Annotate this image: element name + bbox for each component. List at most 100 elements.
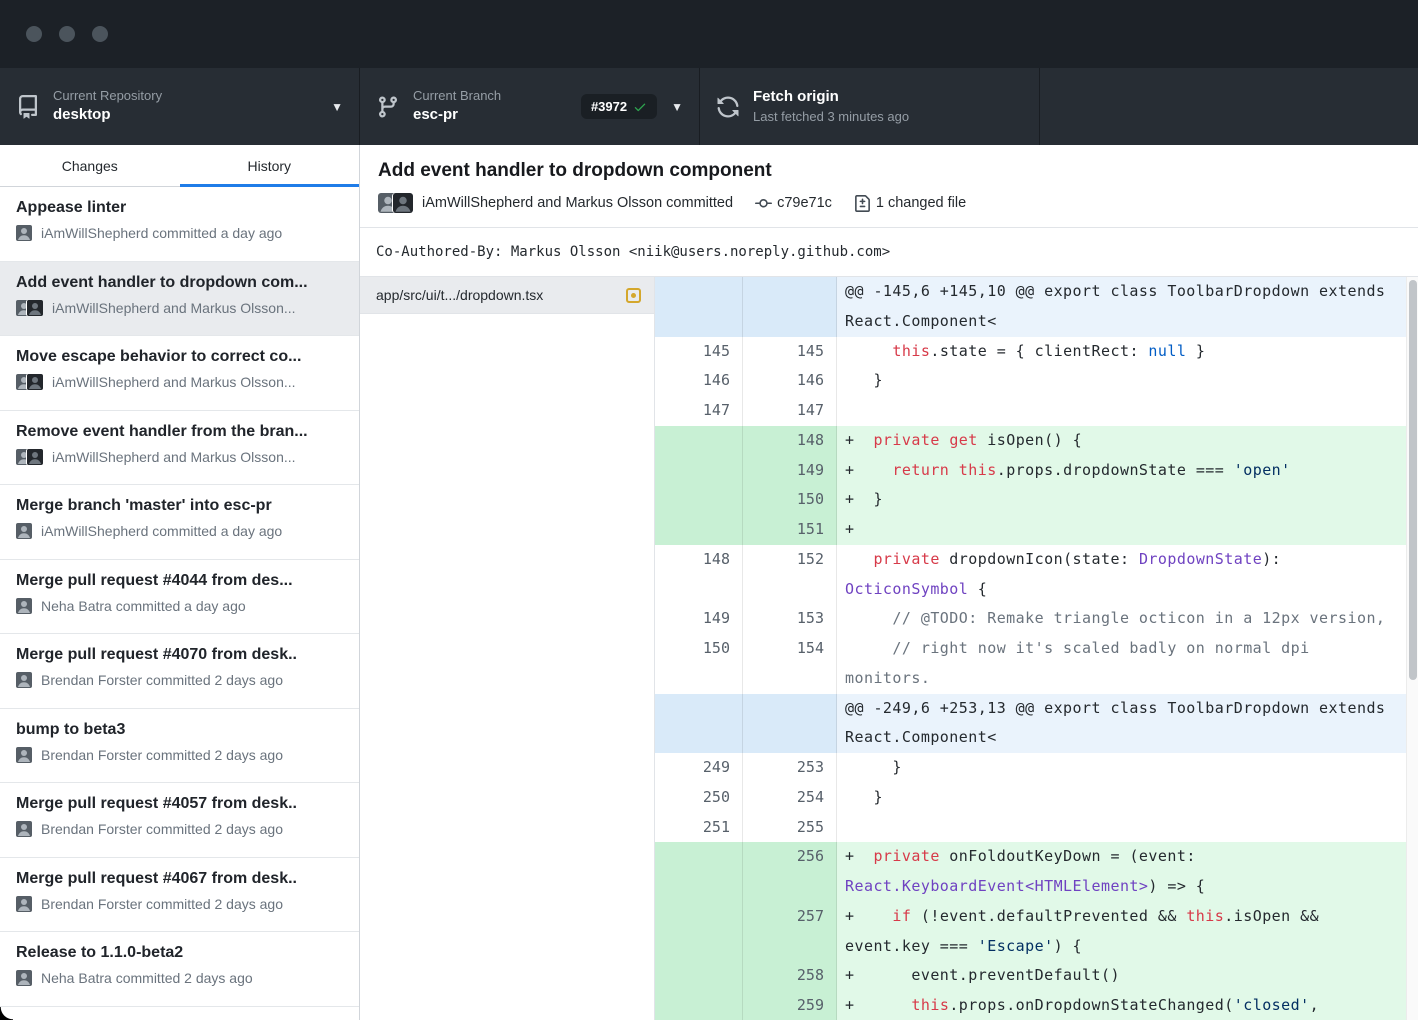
diff-code-text: + this.props.onDropdownStateChanged('clo…	[837, 991, 1418, 1020]
avatar	[27, 449, 43, 465]
diff-code-text: @@ -145,6 +145,10 @@ export class Toolba…	[837, 277, 1418, 337]
new-line-number: 149	[743, 456, 837, 486]
commit-item-meta: Brendan Forster committed 2 days ago	[16, 672, 343, 688]
diff-code-text: // right now it's scaled badly on normal…	[837, 634, 1418, 694]
window-zoom-button[interactable]	[92, 26, 108, 42]
diff-line: 147147	[655, 396, 1418, 426]
commit-item-byline: iAmWillShepherd committed a day ago	[41, 523, 282, 539]
diff-code-text: @@ -249,6 +253,13 @@ export class Toolba…	[837, 694, 1418, 754]
commit-list-item[interactable]: Move escape behavior to correct co...iAm…	[0, 336, 359, 411]
current-branch-label: Current Branch	[413, 88, 581, 104]
commit-item-title: Remove event handler from the bran...	[16, 423, 343, 441]
fetch-origin-button[interactable]: Fetch origin Last fetched 3 minutes ago	[700, 68, 1040, 145]
diff-code-text: + if (!event.defaultPrevented && this.is…	[837, 902, 1418, 962]
diff-code-text: +	[837, 515, 1418, 545]
git-commit-icon	[755, 195, 772, 212]
old-line-number	[655, 426, 743, 456]
avatar	[16, 225, 32, 241]
new-line-number: 145	[743, 337, 837, 367]
commit-list-item[interactable]: Merge pull request #4057 from desk..Bren…	[0, 783, 359, 858]
diff-scrollbar-track[interactable]	[1406, 277, 1418, 1020]
commit-list-item[interactable]: Merge pull request #4051 from des...	[0, 1007, 359, 1019]
commit-item-meta: Neha Batra committed 2 days ago	[16, 970, 343, 986]
commit-list-item[interactable]: bump to beta3Brendan Forster committed 2…	[0, 709, 359, 784]
avatar	[16, 821, 32, 837]
new-line-number: 147	[743, 396, 837, 426]
commit-item-meta: iAmWillShepherd and Markus Olsson...	[16, 300, 343, 316]
tab-history[interactable]: History	[180, 145, 360, 186]
commit-list-item[interactable]: Merge pull request #4044 from des...Neha…	[0, 560, 359, 635]
old-line-number	[655, 456, 743, 486]
old-line-number	[655, 485, 743, 515]
commit-authors: iAmWillShepherd and Markus Olsson commit…	[422, 195, 733, 211]
old-line-number: 251	[655, 813, 743, 843]
avatar-stack	[16, 449, 43, 465]
old-line-number	[655, 694, 743, 754]
new-line-number: 253	[743, 753, 837, 783]
current-branch-value: esc-pr	[413, 106, 581, 125]
window-titlebar	[0, 0, 1418, 68]
diff-code-text: + }	[837, 485, 1418, 515]
commit-list-item[interactable]: Merge pull request #4070 from desk..Bren…	[0, 634, 359, 709]
diff-hunk-header: @@ -145,6 +145,10 @@ export class Toolba…	[655, 277, 1418, 337]
diff-code-text: }	[837, 366, 1418, 396]
diff-code-text: + private get isOpen() {	[837, 426, 1418, 456]
commit-detail-pane: Add event handler to dropdown component …	[360, 145, 1418, 1020]
old-line-number: 147	[655, 396, 743, 426]
diff-code-text: + return this.props.dropdownState === 'o…	[837, 456, 1418, 486]
old-line-number: 150	[655, 634, 743, 694]
commit-list-item[interactable]: Release to 1.1.0-beta2Neha Batra committ…	[0, 932, 359, 1007]
current-repository-button[interactable]: Current Repository desktop ▼	[0, 68, 360, 145]
old-line-number	[655, 991, 743, 1020]
pr-number-badge[interactable]: #3972	[581, 94, 657, 119]
avatar-stack	[16, 672, 32, 688]
history-sidebar: Changes History Appease linteriAmWillShe…	[0, 145, 360, 1020]
avatar	[16, 896, 32, 912]
commit-item-byline: iAmWillShepherd and Markus Olsson...	[52, 300, 296, 316]
diff-code-text: // @TODO: Remake triangle octicon in a 1…	[837, 604, 1418, 634]
diff-line: 150154 // right now it's scaled badly on…	[655, 634, 1418, 694]
diff-line: 150+ }	[655, 485, 1418, 515]
avatar-stack	[16, 523, 32, 539]
window-minimize-button[interactable]	[59, 26, 75, 42]
avatar-stack	[16, 970, 32, 986]
old-line-number	[655, 277, 743, 337]
diff-line: 257+ if (!event.defaultPrevented && this…	[655, 902, 1418, 962]
current-branch-button[interactable]: Current Branch esc-pr #3972 ▼	[360, 68, 700, 145]
commit-list-item[interactable]: Appease linteriAmWillShepherd committed …	[0, 187, 359, 262]
diff-code-text: }	[837, 753, 1418, 783]
current-repository-value: desktop	[53, 106, 321, 125]
new-line-number: 257	[743, 902, 837, 962]
diff-line: 259+ this.props.onDropdownStateChanged('…	[655, 991, 1418, 1020]
diff-line: 149153 // @TODO: Remake triangle octicon…	[655, 604, 1418, 634]
diff-line: 151+	[655, 515, 1418, 545]
file-diff-icon	[854, 195, 871, 212]
changed-file-row[interactable]: app/src/ui/t.../dropdown.tsx	[360, 277, 654, 314]
commit-item-byline: Brendan Forster committed 2 days ago	[41, 747, 283, 763]
old-line-number: 249	[655, 753, 743, 783]
tab-changes[interactable]: Changes	[0, 145, 180, 186]
new-line-number: 154	[743, 634, 837, 694]
diff-line: 148+ private get isOpen() {	[655, 426, 1418, 456]
diff-line: 148152 private dropdownIcon(state: Dropd…	[655, 545, 1418, 605]
commit-list-item[interactable]: Merge pull request #4067 from desk..Bren…	[0, 858, 359, 933]
window-close-button[interactable]	[26, 26, 42, 42]
diff-line: 258+ event.preventDefault()	[655, 961, 1418, 991]
commit-list-item[interactable]: Remove event handler from the bran...iAm…	[0, 411, 359, 486]
fetch-origin-label: Fetch origin	[753, 88, 1023, 107]
commit-item-byline: Brendan Forster committed 2 days ago	[41, 896, 283, 912]
diff-scrollbar-thumb[interactable]	[1409, 280, 1417, 680]
commit-item-title: Merge branch 'master' into esc-pr	[16, 497, 343, 515]
toolbar-spacer	[1040, 68, 1418, 145]
new-line-number: 259	[743, 991, 837, 1020]
commit-item-title: Appease linter	[16, 199, 343, 217]
old-line-number	[655, 961, 743, 991]
avatar-stack	[16, 598, 32, 614]
commit-list-item[interactable]: Add event handler to dropdown com...iAmW…	[0, 262, 359, 337]
commit-item-byline: Brendan Forster committed 2 days ago	[41, 672, 283, 688]
avatar	[16, 598, 32, 614]
commit-list-item[interactable]: Merge branch 'master' into esc-pr iAmWill…	[0, 485, 359, 560]
avatar	[393, 193, 413, 213]
traffic-lights	[26, 26, 108, 42]
diff-line: 146146 }	[655, 366, 1418, 396]
